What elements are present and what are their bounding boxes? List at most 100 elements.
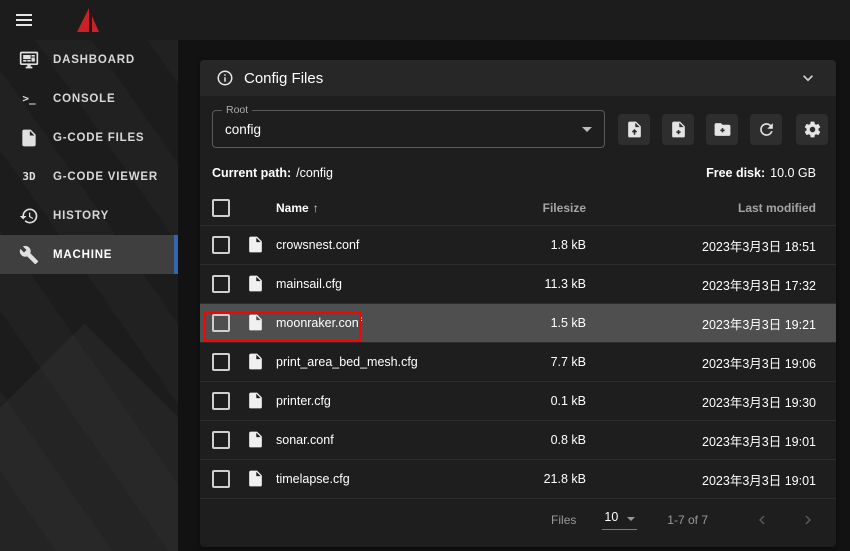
file-name: mainsail.cfg <box>276 277 486 291</box>
chevron-right-icon <box>799 511 817 529</box>
caret-down-icon <box>627 517 635 521</box>
row-checkbox[interactable] <box>212 275 230 293</box>
file-size: 1.8 kB <box>486 238 586 252</box>
sidebar-item-gcode-files[interactable]: G-CODE FILES <box>0 118 178 157</box>
file-name: sonar.conf <box>276 433 486 447</box>
top-bar <box>0 0 850 40</box>
file-modified: 2023年3月3日 19:21 <box>586 314 816 333</box>
file-modified: 2023年3月3日 18:51 <box>586 236 816 255</box>
console-icon: >_ <box>18 88 40 110</box>
file-icon <box>246 352 266 372</box>
table-row[interactable]: sonar.conf 0.8 kB 2023年3月3日 19:01 <box>200 421 836 460</box>
row-checkbox[interactable] <box>212 431 230 449</box>
root-select-label: Root <box>222 104 252 116</box>
caret-down-icon <box>582 127 592 132</box>
dashboard-icon <box>18 49 40 71</box>
sidebar-item-label: HISTORY <box>53 210 109 222</box>
table-header: Name ↑ Filesize Last modified <box>200 190 836 226</box>
pagination-range: 1-7 of 7 <box>667 513 708 527</box>
table-row[interactable]: timelapse.cfg 21.8 kB 2023年3月3日 19:01 <box>200 460 836 499</box>
collapse-panel-button[interactable] <box>794 64 822 92</box>
file-modified: 2023年3月3日 19:01 <box>586 470 816 489</box>
row-checkbox[interactable] <box>212 236 230 254</box>
table-row[interactable]: crowsnest.conf 1.8 kB 2023年3月3日 18:51 <box>200 226 836 265</box>
create-file-button[interactable] <box>662 114 694 145</box>
row-checkbox[interactable] <box>212 470 230 488</box>
menu-button[interactable] <box>4 0 44 40</box>
create-folder-button[interactable] <box>706 114 738 145</box>
column-header-name[interactable]: Name ↑ <box>276 201 319 215</box>
settings-button[interactable] <box>796 114 828 145</box>
prev-page-button[interactable] <box>750 508 774 532</box>
gcode-files-icon <box>18 127 40 149</box>
per-page-select[interactable]: 10 <box>602 510 637 530</box>
folder-plus-icon <box>713 120 732 139</box>
file-modified: 2023年3月3日 19:30 <box>586 392 816 411</box>
select-all-checkbox[interactable] <box>212 199 230 217</box>
table-row[interactable]: print_area_bed_mesh.cfg 7.7 kB 2023年3月3日… <box>200 343 836 382</box>
column-header-filesize[interactable]: Filesize <box>486 201 586 215</box>
sidebar-item-gcode-viewer[interactable]: 3D G-CODE VIEWER <box>0 157 178 196</box>
sort-ascending-icon: ↑ <box>313 201 319 215</box>
sidebar-item-dashboard[interactable]: DASHBOARD <box>0 40 178 79</box>
sidebar-item-label: MACHINE <box>53 249 112 261</box>
sidebar-item-console[interactable]: >_ CONSOLE <box>0 79 178 118</box>
file-icon <box>246 313 266 333</box>
file-icon <box>246 469 266 489</box>
next-page-button[interactable] <box>796 508 820 532</box>
refresh-button[interactable] <box>750 114 782 145</box>
row-checkbox[interactable] <box>212 392 230 410</box>
file-name: moonraker.conf <box>276 316 486 330</box>
table-footer: Files 10 1-7 of 7 <box>200 499 836 541</box>
file-size: 1.5 kB <box>486 316 586 330</box>
gcode-viewer-icon: 3D <box>18 166 40 188</box>
current-path-value: /config <box>296 166 333 180</box>
file-name: printer.cfg <box>276 394 486 408</box>
table-row[interactable]: printer.cfg 0.1 kB 2023年3月3日 19:30 <box>200 382 836 421</box>
file-name: timelapse.cfg <box>276 472 486 486</box>
history-icon <box>18 205 40 227</box>
panel-header: Config Files <box>200 60 836 96</box>
toolbar: Root config <box>212 110 828 148</box>
chevron-left-icon <box>753 511 771 529</box>
sidebar-item-label: G-CODE VIEWER <box>53 171 158 183</box>
hamburger-icon <box>16 14 32 26</box>
main-content: Config Files Root config <box>178 40 850 551</box>
mainsail-logo-icon <box>76 7 100 33</box>
row-checkbox[interactable] <box>212 353 230 371</box>
sidebar-item-label: CONSOLE <box>53 93 115 105</box>
info-icon <box>216 69 234 87</box>
chevron-down-icon <box>798 68 818 88</box>
refresh-icon <box>757 120 776 139</box>
column-header-modified[interactable]: Last modified <box>586 201 816 215</box>
gear-icon <box>803 120 822 139</box>
file-modified: 2023年3月3日 19:06 <box>586 353 816 372</box>
file-upload-icon <box>625 120 644 139</box>
table-row-highlighted[interactable]: moonraker.conf 1.5 kB 2023年3月3日 19:21 <box>200 304 836 343</box>
file-name: print_area_bed_mesh.cfg <box>276 355 486 369</box>
root-select[interactable]: Root config <box>212 110 605 148</box>
current-path-label: Current path: <box>212 166 291 180</box>
sidebar-item-label: DASHBOARD <box>53 54 135 66</box>
file-icon <box>246 274 266 294</box>
upload-file-button[interactable] <box>618 114 650 145</box>
machine-wrench-icon <box>18 244 40 266</box>
file-size: 0.8 kB <box>486 433 586 447</box>
config-files-panel: Config Files Root config <box>200 60 836 547</box>
file-icon <box>246 430 266 450</box>
path-row: Current path: /config Free disk: 10.0 GB <box>212 166 816 180</box>
free-disk-label: Free disk: <box>706 166 765 180</box>
file-size: 0.1 kB <box>486 394 586 408</box>
panel-title: Config Files <box>244 70 794 87</box>
file-modified: 2023年3月3日 17:32 <box>586 275 816 294</box>
sidebar-item-label: G-CODE FILES <box>53 132 144 144</box>
file-icon <box>246 391 266 411</box>
root-select-value: config <box>225 122 261 137</box>
row-checkbox[interactable] <box>212 314 230 332</box>
sidebar-item-machine[interactable]: MACHINE <box>0 235 178 274</box>
file-size: 11.3 kB <box>486 277 586 291</box>
table-row[interactable]: mainsail.cfg 11.3 kB 2023年3月3日 17:32 <box>200 265 836 304</box>
per-page-value: 10 <box>604 510 618 524</box>
sidebar-item-history[interactable]: HISTORY <box>0 196 178 235</box>
free-disk-value: 10.0 GB <box>770 166 816 180</box>
